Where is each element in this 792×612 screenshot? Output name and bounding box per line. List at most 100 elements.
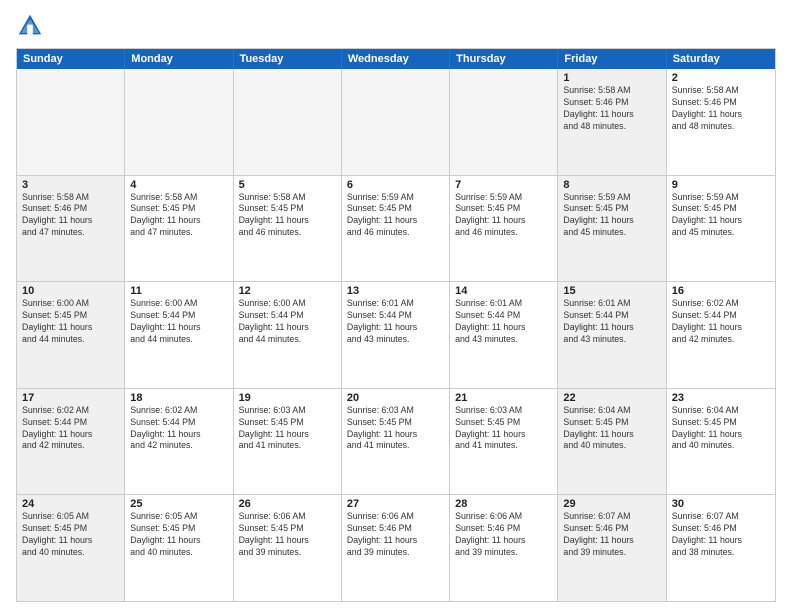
cal-cell [234, 69, 342, 175]
header-day-wednesday: Wednesday [342, 49, 450, 69]
cal-cell: 19Sunrise: 6:03 AM Sunset: 5:45 PM Dayli… [234, 389, 342, 495]
day-info: Sunrise: 6:01 AM Sunset: 5:44 PM Dayligh… [347, 298, 444, 346]
day-info: Sunrise: 6:05 AM Sunset: 5:45 PM Dayligh… [22, 511, 119, 559]
week-row-0: 1Sunrise: 5:58 AM Sunset: 5:46 PM Daylig… [17, 69, 775, 175]
cal-cell: 22Sunrise: 6:04 AM Sunset: 5:45 PM Dayli… [558, 389, 666, 495]
day-number: 16 [672, 285, 770, 297]
day-number: 7 [455, 179, 552, 191]
day-number: 15 [563, 285, 660, 297]
day-number: 29 [563, 498, 660, 510]
day-number: 5 [239, 179, 336, 191]
header-day-thursday: Thursday [450, 49, 558, 69]
day-number: 27 [347, 498, 444, 510]
cal-cell: 15Sunrise: 6:01 AM Sunset: 5:44 PM Dayli… [558, 282, 666, 388]
day-number: 6 [347, 179, 444, 191]
day-info: Sunrise: 5:58 AM Sunset: 5:45 PM Dayligh… [239, 192, 336, 240]
day-number: 17 [22, 392, 119, 404]
day-info: Sunrise: 6:02 AM Sunset: 5:44 PM Dayligh… [672, 298, 770, 346]
cal-cell: 17Sunrise: 6:02 AM Sunset: 5:44 PM Dayli… [17, 389, 125, 495]
day-info: Sunrise: 6:07 AM Sunset: 5:46 PM Dayligh… [563, 511, 660, 559]
day-number: 20 [347, 392, 444, 404]
cal-cell: 14Sunrise: 6:01 AM Sunset: 5:44 PM Dayli… [450, 282, 558, 388]
cal-cell [342, 69, 450, 175]
cal-cell: 6Sunrise: 5:59 AM Sunset: 5:45 PM Daylig… [342, 176, 450, 282]
cal-cell: 9Sunrise: 5:59 AM Sunset: 5:45 PM Daylig… [667, 176, 775, 282]
day-info: Sunrise: 6:03 AM Sunset: 5:45 PM Dayligh… [239, 405, 336, 453]
cal-cell: 23Sunrise: 6:04 AM Sunset: 5:45 PM Dayli… [667, 389, 775, 495]
cal-cell: 30Sunrise: 6:07 AM Sunset: 5:46 PM Dayli… [667, 495, 775, 601]
cal-cell: 16Sunrise: 6:02 AM Sunset: 5:44 PM Dayli… [667, 282, 775, 388]
header-day-monday: Monday [125, 49, 233, 69]
day-info: Sunrise: 6:06 AM Sunset: 5:46 PM Dayligh… [347, 511, 444, 559]
day-number: 25 [130, 498, 227, 510]
week-row-1: 3Sunrise: 5:58 AM Sunset: 5:46 PM Daylig… [17, 175, 775, 282]
day-number: 13 [347, 285, 444, 297]
cal-cell: 26Sunrise: 6:06 AM Sunset: 5:45 PM Dayli… [234, 495, 342, 601]
cal-cell: 3Sunrise: 5:58 AM Sunset: 5:46 PM Daylig… [17, 176, 125, 282]
day-info: Sunrise: 6:03 AM Sunset: 5:45 PM Dayligh… [455, 405, 552, 453]
day-number: 1 [563, 72, 660, 84]
day-info: Sunrise: 6:05 AM Sunset: 5:45 PM Dayligh… [130, 511, 227, 559]
cal-cell: 12Sunrise: 6:00 AM Sunset: 5:44 PM Dayli… [234, 282, 342, 388]
day-info: Sunrise: 5:58 AM Sunset: 5:46 PM Dayligh… [563, 85, 660, 133]
calendar-body: 1Sunrise: 5:58 AM Sunset: 5:46 PM Daylig… [17, 69, 775, 601]
cal-cell: 4Sunrise: 5:58 AM Sunset: 5:45 PM Daylig… [125, 176, 233, 282]
cal-cell: 2Sunrise: 5:58 AM Sunset: 5:46 PM Daylig… [667, 69, 775, 175]
header-day-tuesday: Tuesday [234, 49, 342, 69]
day-number: 4 [130, 179, 227, 191]
day-number: 12 [239, 285, 336, 297]
header-day-friday: Friday [558, 49, 666, 69]
day-info: Sunrise: 6:07 AM Sunset: 5:46 PM Dayligh… [672, 511, 770, 559]
cal-cell: 18Sunrise: 6:02 AM Sunset: 5:44 PM Dayli… [125, 389, 233, 495]
cal-cell: 13Sunrise: 6:01 AM Sunset: 5:44 PM Dayli… [342, 282, 450, 388]
cal-cell [125, 69, 233, 175]
week-row-2: 10Sunrise: 6:00 AM Sunset: 5:45 PM Dayli… [17, 281, 775, 388]
day-info: Sunrise: 5:59 AM Sunset: 5:45 PM Dayligh… [347, 192, 444, 240]
cal-cell: 20Sunrise: 6:03 AM Sunset: 5:45 PM Dayli… [342, 389, 450, 495]
day-number: 21 [455, 392, 552, 404]
day-number: 9 [672, 179, 770, 191]
day-info: Sunrise: 5:59 AM Sunset: 5:45 PM Dayligh… [672, 192, 770, 240]
calendar: SundayMondayTuesdayWednesdayThursdayFrid… [16, 48, 776, 602]
day-info: Sunrise: 6:01 AM Sunset: 5:44 PM Dayligh… [455, 298, 552, 346]
day-number: 26 [239, 498, 336, 510]
header-day-sunday: Sunday [17, 49, 125, 69]
day-info: Sunrise: 6:00 AM Sunset: 5:44 PM Dayligh… [239, 298, 336, 346]
cal-cell [17, 69, 125, 175]
day-info: Sunrise: 6:03 AM Sunset: 5:45 PM Dayligh… [347, 405, 444, 453]
cal-cell: 29Sunrise: 6:07 AM Sunset: 5:46 PM Dayli… [558, 495, 666, 601]
cal-cell: 28Sunrise: 6:06 AM Sunset: 5:46 PM Dayli… [450, 495, 558, 601]
day-info: Sunrise: 6:02 AM Sunset: 5:44 PM Dayligh… [130, 405, 227, 453]
day-info: Sunrise: 5:58 AM Sunset: 5:45 PM Dayligh… [130, 192, 227, 240]
day-info: Sunrise: 5:59 AM Sunset: 5:45 PM Dayligh… [563, 192, 660, 240]
cal-cell: 24Sunrise: 6:05 AM Sunset: 5:45 PM Dayli… [17, 495, 125, 601]
day-info: Sunrise: 6:00 AM Sunset: 5:45 PM Dayligh… [22, 298, 119, 346]
cal-cell [450, 69, 558, 175]
header [16, 12, 776, 40]
week-row-3: 17 Sunrise: 6:02 AM Sunset: 5:44 PM Dayli… [17, 388, 775, 495]
cal-cell: 8Sunrise: 5:59 AM Sunset: 5:45 PM Daylig… [558, 176, 666, 282]
cal-cell: 27Sunrise: 6:06 AM Sunset: 5:46 PM Dayli… [342, 495, 450, 601]
day-number: 24 [22, 498, 119, 510]
day-number: 28 [455, 498, 552, 510]
day-info: Sunrise: 6:06 AM Sunset: 5:45 PM Dayligh… [239, 511, 336, 559]
day-info: Sunrise: 6:01 AM Sunset: 5:44 PM Dayligh… [563, 298, 660, 346]
page: SundayMondayTuesdayWednesdayThursdayFrid… [0, 0, 792, 612]
logo-icon [16, 12, 44, 40]
day-number: 10 [22, 285, 119, 297]
cal-cell: 10Sunrise: 6:00 AM Sunset: 5:45 PM Dayli… [17, 282, 125, 388]
cal-cell: 7Sunrise: 5:59 AM Sunset: 5:45 PM Daylig… [450, 176, 558, 282]
day-number: 19 [239, 392, 336, 404]
header-day-saturday: Saturday [667, 49, 775, 69]
day-number: 30 [672, 498, 770, 510]
calendar-header: SundayMondayTuesdayWednesdayThursdayFrid… [17, 49, 775, 69]
cal-cell: 5Sunrise: 5:58 AM Sunset: 5:45 PM Daylig… [234, 176, 342, 282]
day-number: 22 [563, 392, 660, 404]
day-number: 14 [455, 285, 552, 297]
day-info: Sunrise: 6:04 AM Sunset: 5:45 PM Dayligh… [672, 405, 770, 453]
cal-cell: 25Sunrise: 6:05 AM Sunset: 5:45 PM Dayli… [125, 495, 233, 601]
day-info: Sunrise: 6:00 AM Sunset: 5:44 PM Dayligh… [130, 298, 227, 346]
day-number: 2 [672, 72, 770, 84]
day-info: Sunrise: 6:04 AM Sunset: 5:45 PM Dayligh… [563, 405, 660, 453]
cal-cell: 1Sunrise: 5:58 AM Sunset: 5:46 PM Daylig… [558, 69, 666, 175]
